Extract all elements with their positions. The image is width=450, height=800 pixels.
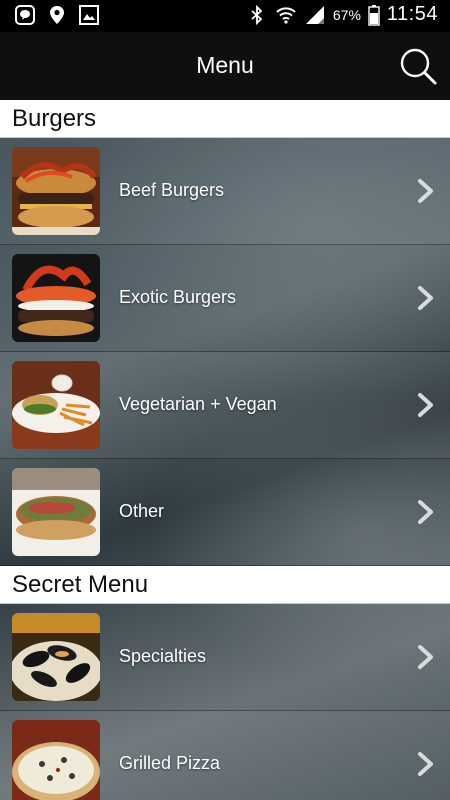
- status-bar-left: [14, 4, 100, 26]
- chevron-right-icon: [418, 179, 433, 203]
- grilled-pizza-thumbnail: [12, 720, 100, 800]
- clock: 11:54: [386, 3, 438, 25]
- other-thumbnail: [12, 468, 100, 556]
- battery-percent: 67%: [332, 6, 361, 23]
- menu-item-label: Specialties: [119, 646, 207, 666]
- menu-item-label: Exotic Burgers: [119, 287, 237, 307]
- menu-item-grilled-pizza[interactable]: Grilled Pizza: [0, 711, 450, 800]
- menu-item-beef-burgers[interactable]: Beef Burgers: [0, 138, 450, 245]
- exotic-burgers-thumbnail: [12, 254, 100, 342]
- menu-item-label: Vegetarian + Vegan: [119, 394, 277, 414]
- vegetarian-vegan-thumbnail: [12, 361, 100, 449]
- chevron-right-icon: [418, 500, 433, 524]
- signal-icon: [304, 4, 326, 26]
- search-icon: [400, 48, 437, 85]
- chevron-right-icon: [418, 393, 433, 417]
- search-button[interactable]: [398, 46, 438, 86]
- menu-item-label: Beef Burgers: [119, 180, 225, 200]
- menu-item-label: Other: [119, 501, 165, 521]
- menu-item-exotic-burgers[interactable]: Exotic Burgers: [0, 245, 450, 352]
- chevron-right-icon: [418, 645, 433, 669]
- chevron-right-icon: [418, 752, 433, 776]
- status-bar: 67% 11:54: [0, 0, 450, 32]
- section-header-secret-menu: Secret Menu: [0, 566, 450, 604]
- menu-item-vegetarian-vegan[interactable]: Vegetarian + Vegan: [0, 352, 450, 459]
- menu-item-other[interactable]: Other: [0, 459, 450, 566]
- battery-icon: [368, 4, 380, 26]
- location-icon: [46, 4, 68, 26]
- section-header-burgers: Burgers: [0, 100, 450, 138]
- menu-list[interactable]: Burgers Beef Burgers Exotic Burgers Vege…: [0, 100, 450, 800]
- specialties-thumbnail: [12, 613, 100, 701]
- bluetooth-icon: [246, 4, 268, 26]
- kakao-icon: [14, 4, 36, 26]
- app-bar: Menu: [0, 32, 450, 100]
- status-bar-right: 67% 11:54: [246, 3, 438, 26]
- wifi-icon: [275, 4, 297, 26]
- chevron-right-icon: [418, 286, 433, 310]
- menu-item-label: Grilled Pizza: [119, 753, 221, 773]
- menu-item-specialties[interactable]: Specialties: [0, 604, 450, 711]
- page-title: Menu: [196, 52, 254, 78]
- beef-burgers-thumbnail: [12, 147, 100, 235]
- gallery-icon: [78, 4, 100, 26]
